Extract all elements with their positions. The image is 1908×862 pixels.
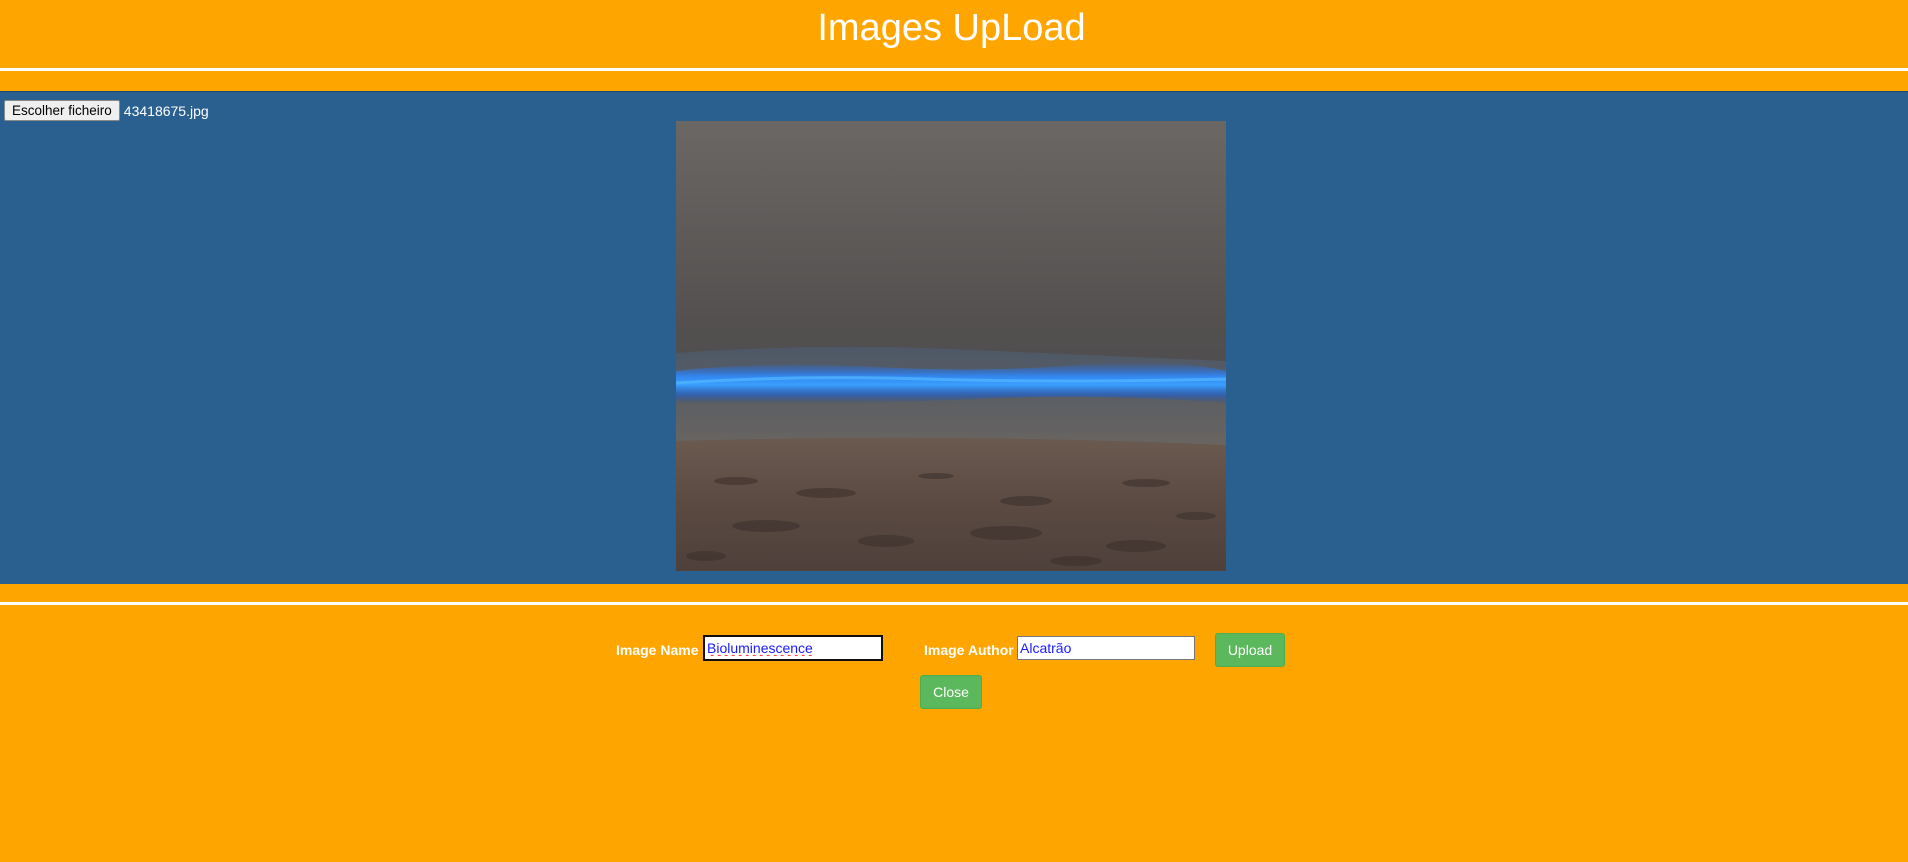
choose-file-button[interactable]: Escolher ficheiro [4, 100, 120, 121]
page-header: Images UpLoad [0, 0, 1908, 68]
image-name-label: Image Name [616, 642, 699, 658]
footer-divider [0, 602, 1908, 605]
image-author-input[interactable] [1017, 636, 1195, 660]
close-button[interactable]: Close [920, 675, 982, 709]
selected-file-name: 43418675.jpg [123, 102, 209, 119]
image-name-input[interactable] [703, 635, 883, 661]
image-preview [676, 121, 1226, 571]
image-panel: Escolher ficheiro 43418675.jpg [0, 91, 1908, 584]
upload-button[interactable]: Upload [1215, 633, 1285, 667]
file-picker: Escolher ficheiro 43418675.jpg [4, 100, 209, 121]
header-divider [0, 68, 1908, 71]
upload-form: Image Name Image Author Upload [0, 633, 1908, 669]
image-author-label: Image Author [924, 642, 1014, 658]
page-title: Images UpLoad [817, 7, 1086, 49]
